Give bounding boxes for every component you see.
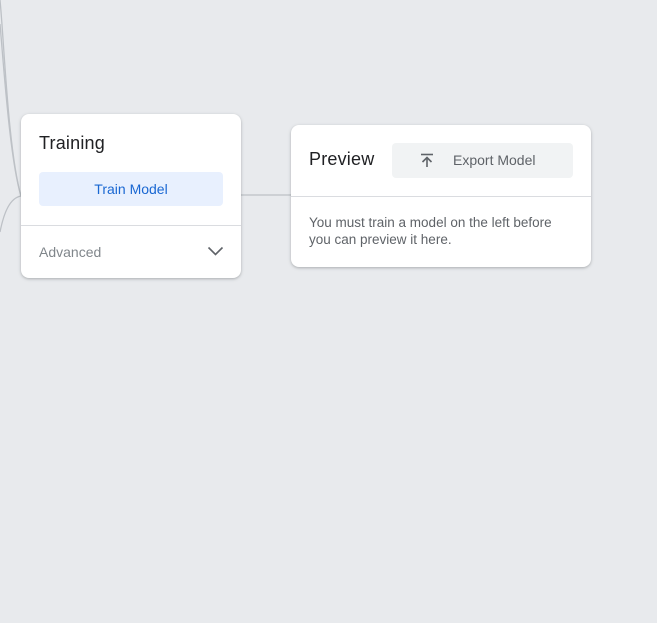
preview-empty-message: You must train a model on the left befor… <box>309 215 552 247</box>
advanced-label: Advanced <box>39 244 102 260</box>
advanced-toggle[interactable]: Advanced <box>21 226 241 278</box>
training-card: Training Train Model Advanced <box>21 114 241 278</box>
preview-title: Preview <box>309 149 375 169</box>
preview-divider <box>291 196 591 197</box>
export-model-button[interactable]: Export Model <box>392 143 573 178</box>
chevron-down-icon <box>207 246 224 256</box>
training-title: Training <box>39 133 105 153</box>
export-upload-icon <box>421 153 433 167</box>
export-model-label: Export Model <box>453 152 536 168</box>
connector-from-below <box>0 195 22 233</box>
connector-lines <box>0 0 291 233</box>
preview-card: Preview Export Model You must train a mo… <box>291 125 591 267</box>
train-model-button[interactable]: Train Model <box>39 172 223 206</box>
connector-from-above-outer <box>0 0 22 197</box>
